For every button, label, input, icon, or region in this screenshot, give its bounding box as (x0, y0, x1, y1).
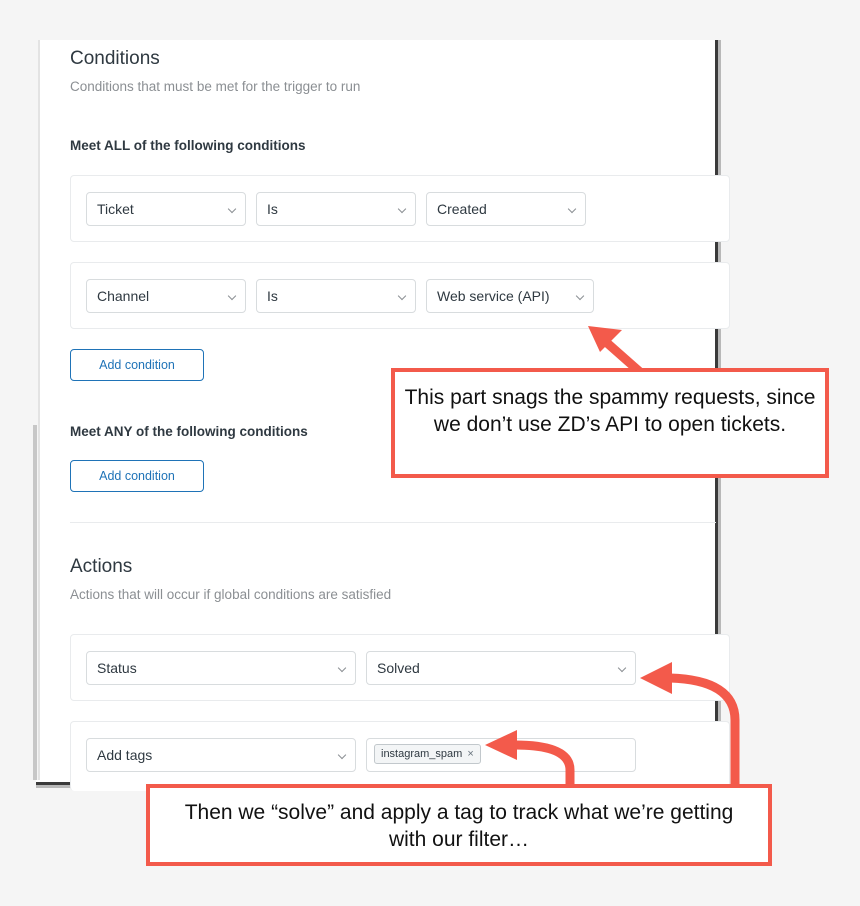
callout-conditions: This part snags the spammy requests, sin… (391, 368, 829, 478)
arrow-to-solved (640, 662, 740, 785)
arrow-to-web-service (588, 326, 643, 376)
arrow-to-tag (485, 730, 575, 785)
callout-actions: Then we “solve” and apply a tag to track… (146, 784, 772, 866)
